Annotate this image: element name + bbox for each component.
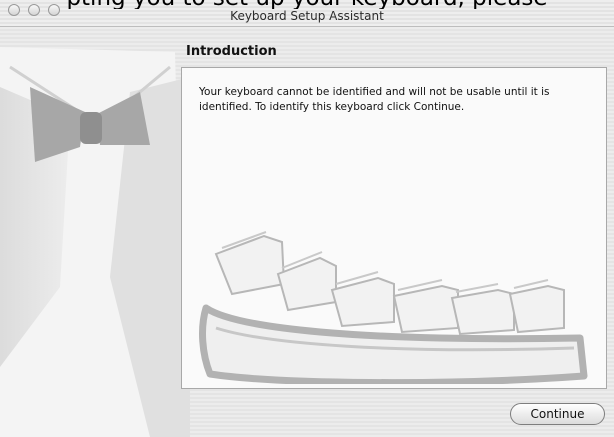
keyboard-illustration <box>199 231 588 384</box>
tuxedo-illustration <box>0 47 190 437</box>
section-title: Introduction <box>186 44 277 59</box>
overlay-caption: pting you to set up your keyboard, pleas… <box>0 0 614 9</box>
continue-button[interactable]: Continue <box>510 403 605 425</box>
message-text: Your keyboard cannot be identified and w… <box>199 86 550 113</box>
content-panel: Your keyboard cannot be identified and w… <box>181 67 607 389</box>
window-title: Keyboard Setup Assistant <box>230 9 384 23</box>
